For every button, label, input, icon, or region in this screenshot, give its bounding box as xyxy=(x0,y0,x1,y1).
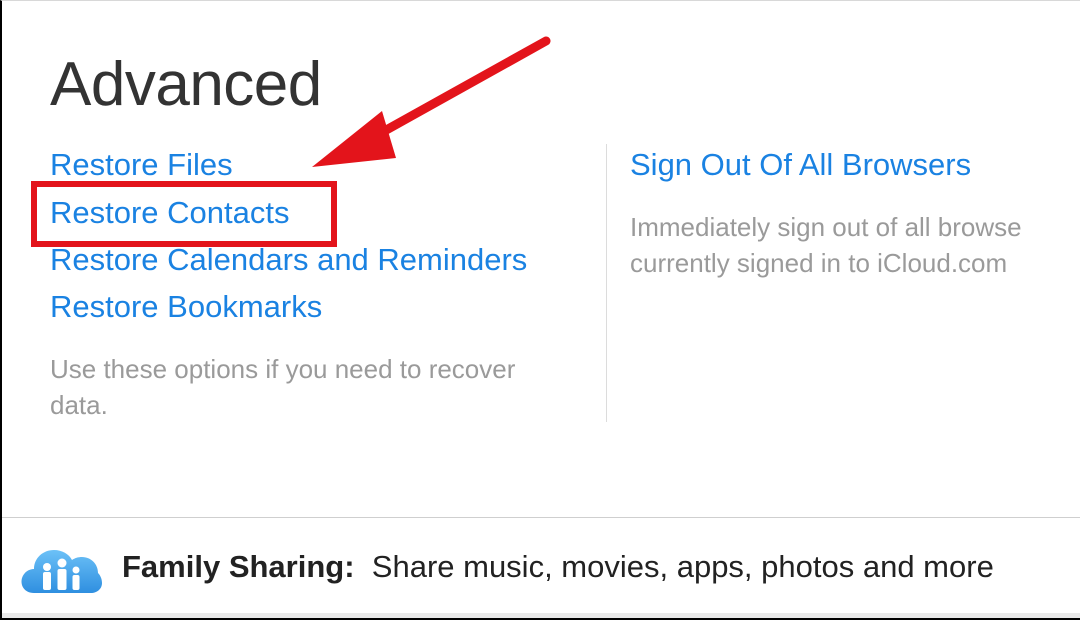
restore-bookmarks-link[interactable]: Restore Bookmarks xyxy=(50,289,322,325)
sign-out-description-line1: Immediately sign out of all browse xyxy=(630,212,1022,242)
section-divider xyxy=(2,517,1080,518)
icloud-settings-panel: Advanced Restore Files Restore Contacts … xyxy=(0,0,1080,620)
bottom-strip xyxy=(2,613,1080,618)
highlight-box xyxy=(31,181,337,247)
restore-calendars-reminders-link[interactable]: Restore Calendars and Reminders xyxy=(50,242,527,278)
column-divider xyxy=(606,144,607,422)
restore-files-link[interactable]: Restore Files xyxy=(50,147,233,183)
section-title: Advanced xyxy=(50,50,322,119)
sign-out-description-line2: currently signed in to iCloud.com xyxy=(630,248,1008,278)
sign-out-all-browsers-link[interactable]: Sign Out Of All Browsers xyxy=(630,147,971,183)
family-sharing-text: Family Sharing: Share music, movies, app… xyxy=(122,549,994,585)
restore-description: Use these options if you need to recover… xyxy=(50,354,516,420)
family-sharing-label: Family Sharing: xyxy=(122,549,355,584)
family-sharing-description: Share music, movies, apps, photos and mo… xyxy=(371,549,994,584)
sign-out-description: Immediately sign out of all browse curre… xyxy=(630,209,1022,281)
family-cloud-icon xyxy=(21,550,102,593)
